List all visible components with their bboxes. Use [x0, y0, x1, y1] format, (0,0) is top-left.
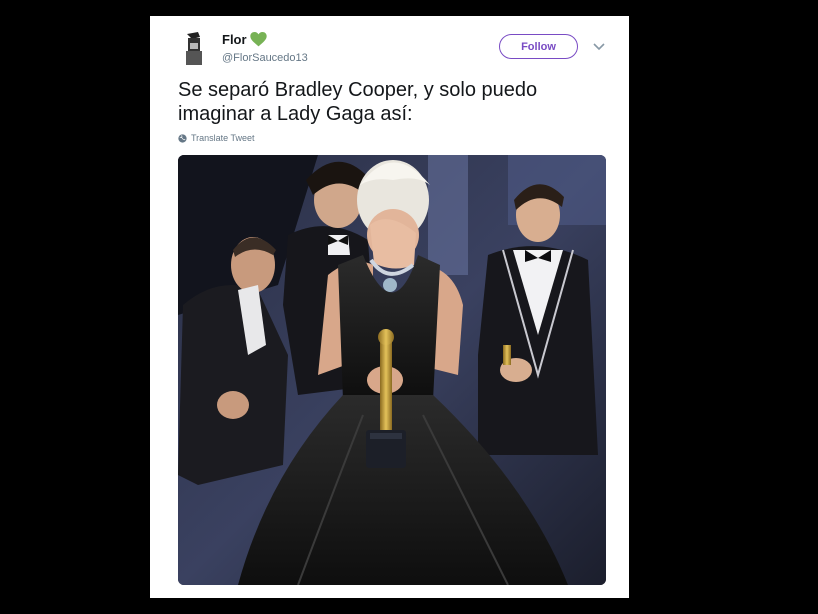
avatar[interactable] [180, 29, 208, 67]
globe-icon [178, 133, 187, 143]
photo-illustration [178, 155, 606, 585]
tweet-photo[interactable] [178, 155, 606, 585]
tweet-text: Se separó Bradley Cooper, y solo puedo i… [178, 79, 538, 125]
green-heart-icon [249, 32, 267, 47]
display-name[interactable]: Flor [222, 32, 267, 47]
tweet-card: Flor @FlorSaucedo13 Follow Se separó Bra… [150, 16, 629, 598]
user-handle[interactable]: @FlorSaucedo13 [222, 52, 308, 64]
follow-button[interactable]: Follow [499, 34, 578, 59]
translate-tweet-link[interactable]: Translate Tweet [178, 133, 255, 143]
display-name-text[interactable]: Flor [222, 32, 247, 47]
translate-label[interactable]: Translate Tweet [191, 133, 255, 143]
chevron-down-icon[interactable] [593, 43, 605, 51]
